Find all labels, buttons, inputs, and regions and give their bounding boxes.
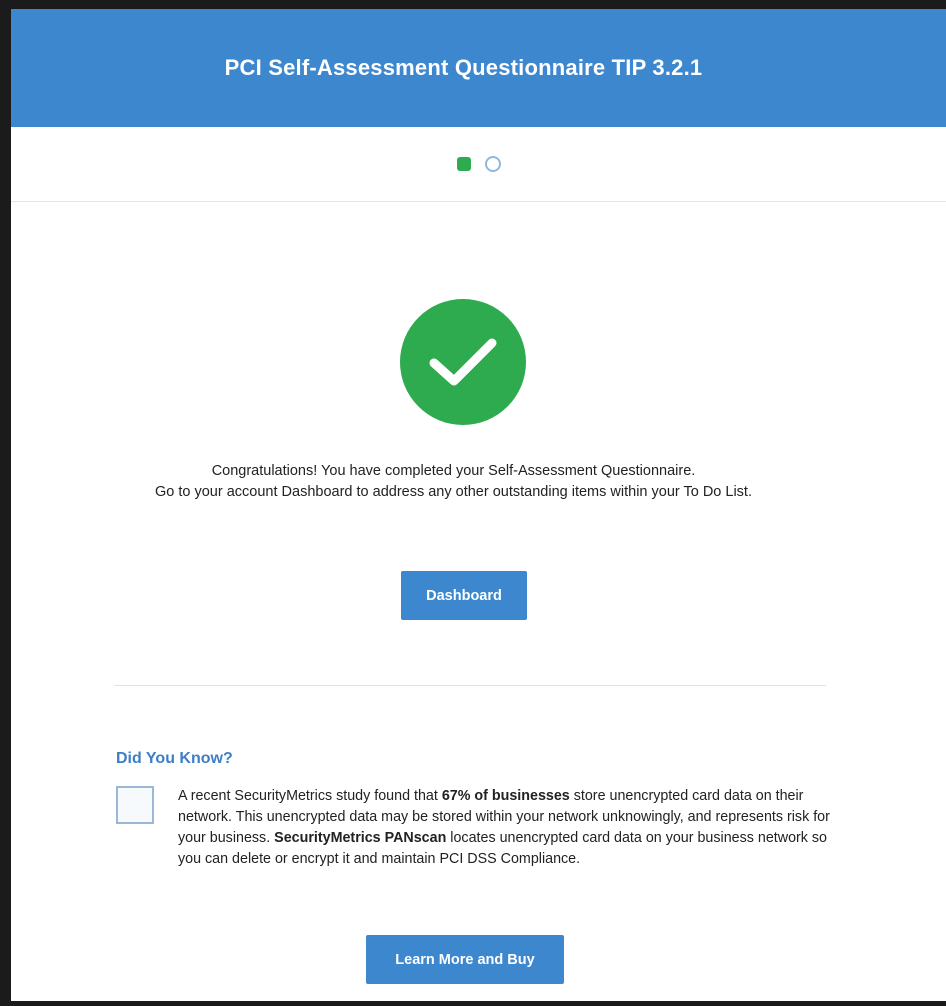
step-indicator bbox=[11, 127, 946, 202]
page-title: PCI Self-Assessment Questionnaire TIP 3.… bbox=[224, 55, 703, 80]
app-window: PCI Self-Assessment Questionnaire TIP 3.… bbox=[11, 9, 946, 1001]
page-header: PCI Self-Assessment Questionnaire TIP 3.… bbox=[11, 9, 946, 127]
completion-line-1: Congratulations! You have completed your… bbox=[211, 463, 696, 479]
dashboard-button[interactable]: Dashboard bbox=[401, 571, 527, 620]
step-pending-indicator[interactable] bbox=[484, 156, 501, 172]
dyk-bold-stat: 67% of businesses bbox=[441, 788, 570, 804]
did-you-know-text: A recent SecurityMetrics study found tha… bbox=[178, 786, 838, 870]
did-you-know-title: Did You Know? bbox=[116, 750, 233, 767]
check-icon bbox=[400, 299, 526, 425]
dyk-text-part-1: A recent SecurityMetrics study found tha… bbox=[178, 788, 442, 804]
checkmark-glyph bbox=[429, 338, 497, 386]
step-completed-indicator[interactable] bbox=[456, 157, 471, 171]
dyk-bold-product: SecurityMetrics PANscan bbox=[274, 830, 447, 846]
document-icon bbox=[116, 786, 154, 824]
completion-message: Congratulations! You have completed your… bbox=[11, 461, 921, 503]
learn-more-button[interactable]: Learn More and Buy bbox=[366, 935, 564, 984]
section-divider bbox=[114, 685, 826, 686]
completion-line-2: Go to your account Dashboard to address … bbox=[155, 484, 752, 500]
